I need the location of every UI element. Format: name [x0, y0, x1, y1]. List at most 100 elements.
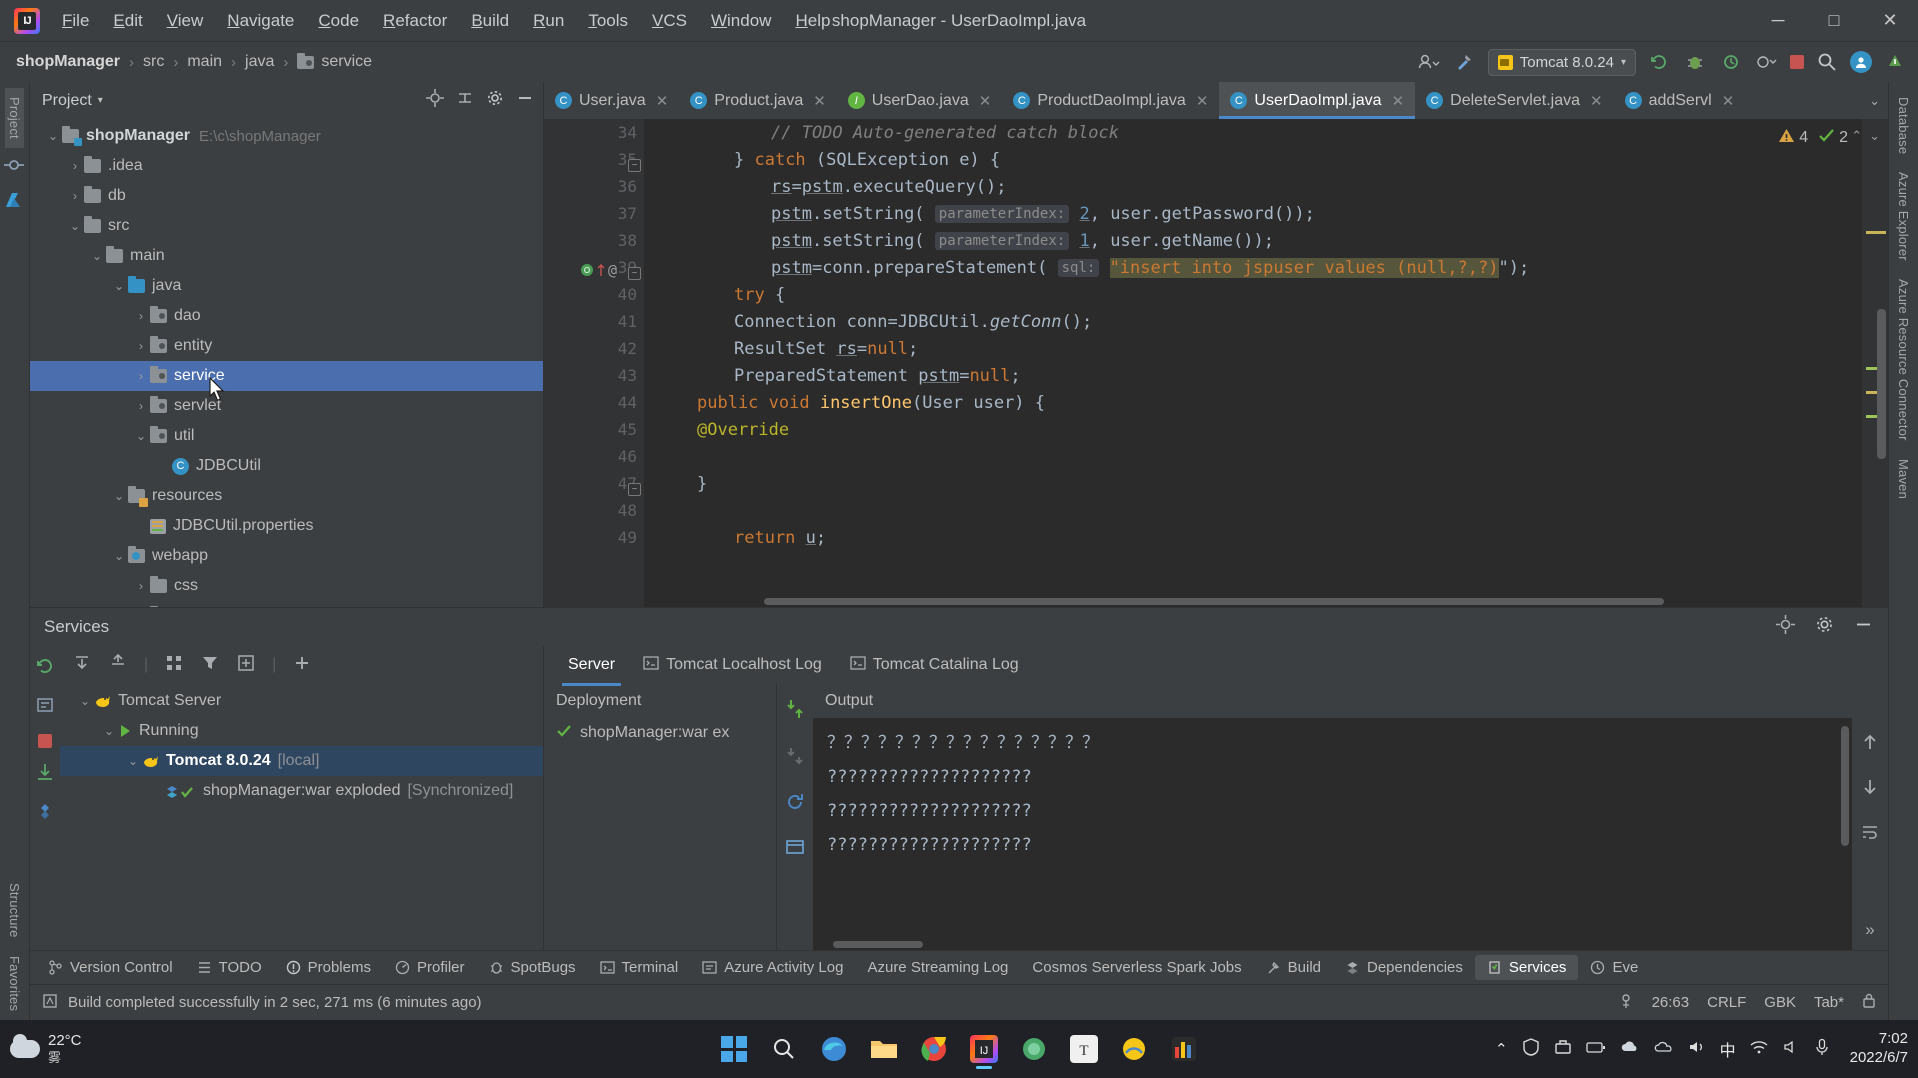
services-tab-tomcat-localhost-log[interactable]: Tomcat Localhost Log	[629, 650, 836, 681]
taskbar-clock[interactable]: 7:02 2022/6/7	[1850, 1030, 1908, 1068]
services-tree[interactable]: ⌄ Tomcat Server ⌄ Running ⌄ Tomcat 8.0.24 [loc…	[60, 684, 543, 950]
chevron-right-icon[interactable]: ›	[132, 339, 150, 353]
maximize-button[interactable]: □	[1806, 0, 1862, 42]
browser-app[interactable]	[1012, 1027, 1056, 1071]
minimize-button[interactable]: ─	[1750, 0, 1806, 42]
wifi-icon[interactable]	[1750, 1040, 1768, 1058]
close-icon[interactable]: ✕	[979, 92, 992, 110]
rail-project-label[interactable]: Project	[5, 88, 24, 148]
breadcrumb-item-java[interactable]: java	[239, 50, 280, 74]
tree-node-webapp[interactable]: ⌄ webapp	[30, 541, 543, 571]
menu-build[interactable]: Build	[459, 6, 521, 36]
toolwindow-button-build[interactable]: Build	[1254, 955, 1333, 980]
intellij-app[interactable]: IJ	[962, 1027, 1006, 1071]
typora-app[interactable]: T	[1062, 1027, 1106, 1071]
expand-all-icon[interactable]	[72, 653, 92, 678]
tree-node-resources[interactable]: ⌄ resources	[30, 481, 543, 511]
services-node-shopmanager-war-exploded[interactable]: shopManager:war exploded [Synchronized]	[60, 776, 543, 806]
menu-view[interactable]: View	[155, 6, 216, 36]
inspection-nav[interactable]: ⌃ ⌄	[1851, 128, 1880, 144]
other-app[interactable]	[1162, 1027, 1206, 1071]
code-line[interactable]: } catch (SQLException e) {	[644, 146, 1862, 173]
scroll-down-icon[interactable]	[1860, 777, 1880, 802]
chevron-down-icon[interactable]: ⌄	[100, 724, 118, 738]
toolwindow-button-azure-streaming-log[interactable]: Azure Streaming Log	[855, 955, 1020, 980]
ime-icon[interactable]: 中	[1720, 1037, 1736, 1061]
code-line[interactable]: return u;	[644, 524, 1862, 551]
tree-node-servlet[interactable]: › servlet	[30, 391, 543, 421]
chevron-right-icon[interactable]: ›	[66, 159, 84, 173]
code-area[interactable]: // TODO Auto-generated catch block} catc…	[644, 119, 1862, 607]
tree-node-java[interactable]: ⌄ java	[30, 271, 543, 301]
hide-icon[interactable]	[515, 88, 535, 113]
tree-node-css[interactable]: › css	[30, 571, 543, 601]
network-icon[interactable]	[1554, 1038, 1572, 1060]
toolwindow-button-version-control[interactable]: Version Control	[36, 955, 185, 980]
close-icon[interactable]: ✕	[1392, 92, 1405, 110]
breadcrumb-item-main[interactable]: main	[181, 50, 228, 74]
toolwindow-button-problems[interactable]: Problems	[274, 955, 383, 980]
menu-help[interactable]: Help	[783, 6, 842, 36]
update-icon[interactable]	[1882, 49, 1908, 75]
toolwindow-button-dependencies[interactable]: Dependencies	[1333, 955, 1475, 980]
code-line[interactable]: pstm .setString( parameterIndex: 1, user.…	[644, 227, 1862, 254]
tree-node-db[interactable]: › db	[30, 181, 543, 211]
mic-icon[interactable]	[1814, 1038, 1830, 1060]
services-tab-tomcat-catalina-log[interactable]: Tomcat Catalina Log	[836, 650, 1033, 681]
more-actions-icon[interactable]: »	[1865, 920, 1874, 940]
override-method-icon[interactable]: O @	[580, 261, 617, 279]
rerun-icon[interactable]	[35, 656, 55, 681]
chevron-up-icon[interactable]: ⌃	[1851, 128, 1862, 144]
services-node-tomcat-8-0-24[interactable]: ⌄ Tomcat 8.0.24 [local]	[60, 746, 543, 776]
close-icon[interactable]: ✕	[656, 92, 669, 110]
rail-azure-resource-connector-label[interactable]: Azure Resource Connector	[1894, 270, 1913, 450]
inspection-summary[interactable]: 4 2	[1778, 127, 1848, 149]
deploy-artifact-icon[interactable]	[785, 698, 805, 725]
tree-node-shopmanager[interactable]: ⌄ shopManager E:\c\shopManager	[30, 121, 543, 151]
console-horizontal-scrollbar[interactable]	[833, 941, 923, 948]
xmind-app[interactable]	[1112, 1027, 1156, 1071]
hide-icon[interactable]	[1853, 614, 1874, 640]
toolwindow-button-profiler[interactable]: Profiler	[383, 955, 477, 980]
project-tree[interactable]: ⌄ shopManager E:\c\shopManager › .idea › db ⌄ sr…	[30, 119, 543, 607]
onedrive-icon[interactable]	[1654, 1040, 1674, 1058]
collapse-all-icon[interactable]	[108, 653, 128, 678]
editor-tabs-more-icon[interactable]: ⌄	[1861, 82, 1888, 119]
services-node-tomcat-server[interactable]: ⌄ Tomcat Server	[60, 686, 543, 716]
code-line[interactable]	[644, 497, 1862, 524]
indent-setting[interactable]: Tab*	[1814, 994, 1844, 1011]
speaker-icon[interactable]	[1782, 1039, 1800, 1059]
chevron-down-icon[interactable]: ⌄	[88, 249, 106, 263]
rail-database-label[interactable]: Database	[1894, 88, 1913, 163]
services-tab-server[interactable]: Server	[554, 650, 629, 686]
toolwindow-button-azure-activity-log[interactable]: Azure Activity Log	[690, 955, 855, 980]
rail-azure-explorer-label[interactable]: Azure Explorer	[1894, 163, 1913, 270]
breadcrumb[interactable]: shopManager › src › main › java › service	[10, 50, 378, 74]
edit-config-icon[interactable]	[35, 695, 55, 720]
stop-icon[interactable]	[38, 734, 52, 748]
chevron-down-icon[interactable]: ▾	[98, 95, 103, 106]
chevron-right-icon[interactable]: ›	[132, 579, 150, 593]
lock-icon[interactable]	[1862, 992, 1876, 1013]
line-separator[interactable]: CRLF	[1707, 994, 1746, 1011]
editor-tab-product-java[interactable]: C Product.java ✕	[679, 82, 837, 119]
chevron-down-icon[interactable]: ⌄	[44, 129, 62, 143]
tree-node-fonts[interactable]: ›fonts	[30, 601, 543, 607]
tree-node-entity[interactable]: › entity	[30, 331, 543, 361]
search-button[interactable]	[762, 1027, 806, 1071]
deployment-item[interactable]: shopManager:war ex	[544, 718, 776, 748]
file-explorer-app[interactable]	[862, 1027, 906, 1071]
editor-gutter[interactable]: 34353637383940414243444546474849−−−O@	[544, 119, 644, 607]
menu-vcs[interactable]: VCS	[640, 6, 699, 36]
code-fold-icon[interactable]: −	[628, 483, 641, 496]
breadcrumb-item-src[interactable]: src	[137, 50, 170, 74]
tree-node-dao[interactable]: › dao	[30, 301, 543, 331]
tree-node-main[interactable]: ⌄ main	[30, 241, 543, 271]
menu-tools[interactable]: Tools	[576, 6, 640, 36]
chevron-right-icon[interactable]: ›	[66, 189, 84, 203]
editor-tab-deleteservlet-java[interactable]: C DeleteServlet.java ✕	[1415, 82, 1613, 119]
toolwindow-button-services[interactable]: Services	[1474, 955, 1579, 980]
battery-icon[interactable]	[1585, 1040, 1606, 1058]
editor-tab-addservl[interactable]: CaddServl ✕	[1614, 82, 1746, 119]
close-icon[interactable]: ✕	[813, 92, 826, 110]
